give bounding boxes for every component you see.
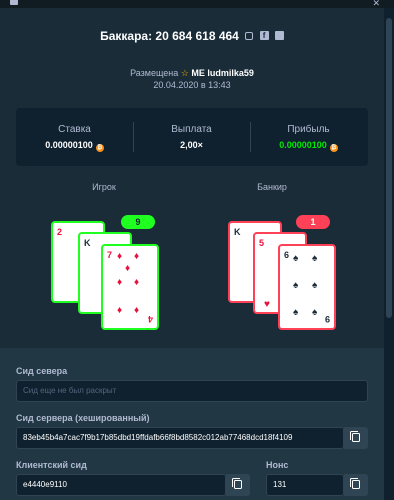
window-icon	[10, 0, 18, 5]
card-rank: K	[234, 227, 241, 237]
stat-bet: Ставка 0.00000100 ₿	[16, 108, 133, 166]
bet-stats-panel: Ставка 0.00000100 ₿ Выплата 2,00× Прибыль…	[16, 108, 368, 166]
bet-label: Ставка	[58, 124, 91, 135]
player-score-badge: 9	[121, 215, 155, 229]
copy-client-seed-button[interactable]	[226, 474, 250, 496]
diamond-icon: ♦	[117, 251, 123, 262]
diamond-icon: ♦	[117, 305, 123, 316]
diamond-icon: ♦	[134, 305, 140, 316]
payout-label: Выплата	[171, 124, 212, 135]
twitter-icon[interactable]	[274, 31, 284, 41]
nonce-label: Нонс	[266, 460, 289, 470]
placed-datetime: 20.04.2020 в 13:43	[153, 80, 231, 90]
bet-amount: 0.00000100	[45, 140, 93, 150]
spade-icon: ♠	[293, 307, 299, 318]
spade-icon: ♠	[312, 280, 318, 291]
spade-icon: ♠	[293, 280, 299, 291]
bet-value: 0.00000100 ₿	[16, 140, 133, 152]
client-seed-field[interactable]: e4440e9110	[16, 474, 226, 496]
diamond-icon: ♦	[134, 251, 140, 262]
card-rank: 5	[259, 238, 265, 248]
profit-value: 0.00000100 ₿	[250, 140, 367, 152]
nonce-field[interactable]: 131	[266, 474, 344, 496]
spade-icon: ♠	[312, 253, 318, 264]
card-rank: K	[84, 238, 91, 248]
player-card-3: 7 ♦ ♦ ♦ ♦ ♦ ♦ ♦ 4	[101, 244, 159, 330]
copy-server-seed-hashed-button[interactable]	[344, 427, 368, 449]
banker-card-3: 6 ♠ ♠ ♠ ♠ ♠ ♠ 9	[278, 244, 336, 330]
placed-prefix: Размещена	[130, 68, 179, 78]
bet-details-modal: Баккара: 20 684 618 464 f Размещена ☆ ME…	[0, 8, 384, 500]
bet-title: Баккара: 20 684 618 464	[100, 28, 239, 43]
server-seed-hashed-field[interactable]: 83eb45b4a7cac7f9b17b85dbd19ffdafb66f8bd8…	[16, 427, 344, 449]
spade-icon: ♠	[293, 253, 299, 264]
card-rank: 7	[107, 250, 113, 260]
card-rank-corner: 9	[324, 314, 330, 324]
stat-profit: Прибыль 0.00000100 ₿	[250, 108, 367, 166]
server-seed-hashed-label: Сид сервера (хешированный)	[16, 413, 150, 423]
scrollbar-thumb[interactable]	[386, 18, 392, 318]
diamond-icon: ♦	[125, 263, 131, 274]
scrollbar[interactable]	[384, 8, 394, 500]
bitcoin-coin-icon: ₿	[329, 144, 338, 152]
client-seed-label: Клиентский сид	[16, 460, 87, 470]
card-rank: 2	[57, 227, 63, 237]
diamond-icon: ♦	[117, 277, 123, 288]
copy-icon[interactable]	[245, 31, 254, 40]
server-seed-label: Сид севера	[16, 366, 68, 376]
heart-icon: ♥	[264, 299, 270, 310]
top-bar: ✕	[0, 0, 394, 8]
player-label: Игрок	[92, 182, 116, 192]
profit-amount: 0.00000100	[279, 140, 327, 150]
banker-score-badge: 1	[296, 215, 330, 229]
copy-nonce-button[interactable]	[344, 474, 368, 496]
star-icon: ☆	[180, 68, 189, 78]
bitcoin-coin-icon: ₿	[95, 144, 104, 152]
payout-value: 2,00×	[180, 140, 203, 150]
profit-label: Прибыль	[287, 124, 330, 135]
bet-title-row: Баккара: 20 684 618 464 f	[0, 28, 384, 43]
diamond-icon: ♦	[134, 277, 140, 288]
fairness-section: Сид севера Сид еще не был раскрыт Сид се…	[0, 348, 384, 500]
card-rank-corner: 4	[147, 314, 153, 324]
stat-payout: Выплата 2,00×	[133, 108, 250, 166]
spade-icon: ♠	[312, 307, 318, 318]
facebook-icon[interactable]: f	[259, 31, 269, 41]
server-seed-field[interactable]: Сид еще не был раскрыт	[16, 380, 368, 402]
card-rank: 6	[284, 250, 290, 260]
username-link[interactable]: ME ludmilka59	[191, 68, 254, 78]
placed-by: Размещена ☆ ME ludmilka59	[0, 68, 384, 79]
banker-label: Банкир	[257, 182, 287, 192]
